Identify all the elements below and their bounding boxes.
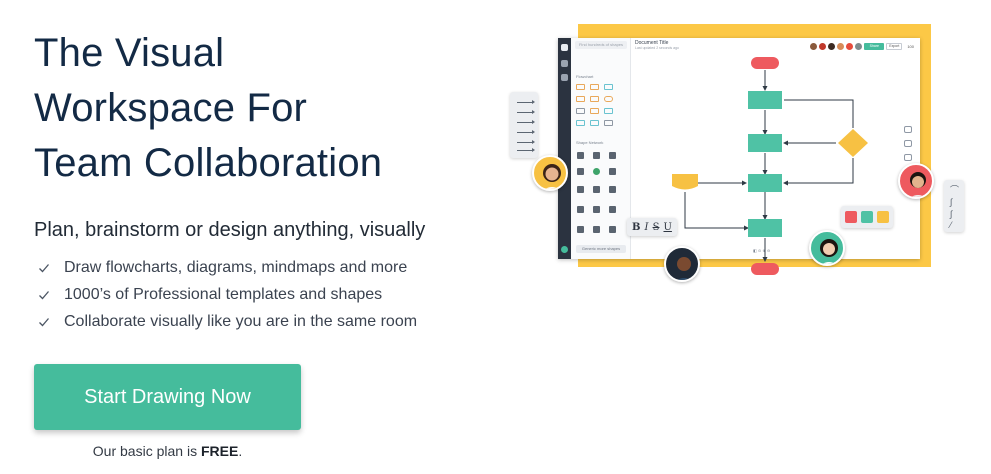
arrow-icon <box>517 110 535 114</box>
arrow-icon <box>517 120 535 124</box>
hero-title: The Visual Workspace For Team Collaborat… <box>34 26 514 191</box>
curve-icon: ⁄ <box>950 220 952 230</box>
collaborator-avatar <box>532 155 568 191</box>
feature-item: 1000’s of Professional templates and sha… <box>38 281 417 308</box>
color-swatch-yellow <box>877 211 889 223</box>
flow-connector <box>684 192 749 231</box>
arrow-icon <box>517 140 535 144</box>
underline-button: U <box>663 221 672 233</box>
plan-note-suffix: . <box>238 443 243 459</box>
curve-icon: ∫ <box>950 197 953 207</box>
bold-button: B <box>632 221 641 233</box>
flow-process <box>748 174 782 192</box>
connector-palette <box>510 92 538 158</box>
collaborator-avatar <box>664 246 700 282</box>
flow-process <box>748 219 782 237</box>
arrow-icon <box>517 148 535 152</box>
start-drawing-button[interactable]: Start Drawing Now <box>34 364 301 430</box>
flowchart-canvas <box>672 57 868 275</box>
flow-connector <box>784 99 854 128</box>
hero-title-line: Team Collaboration <box>34 141 383 185</box>
plan-note: Our basic plan is FREE. <box>34 443 301 459</box>
feature-text: 1000’s of Professional templates and sha… <box>64 285 383 303</box>
plan-note-free: FREE <box>200 443 239 459</box>
hero-title-line: Workspace For <box>34 86 308 130</box>
flow-process <box>748 134 782 152</box>
hero-subtitle: Plan, brainstorm or design anything, vis… <box>34 219 426 241</box>
arrow-icon <box>517 130 535 134</box>
check-icon <box>39 290 49 299</box>
flow-terminator <box>751 57 779 69</box>
curve-palette: ⌒ ∫ ∫ ⁄ <box>944 180 964 232</box>
arrow-icon <box>517 100 535 104</box>
hero-title-line: The Visual <box>34 31 225 75</box>
feature-item: Draw flowcharts, diagrams, mindmaps and … <box>38 254 417 281</box>
product-illustration: Find hundreds of shapes Flowchart Shape … <box>500 18 980 288</box>
plan-note-prefix: Our basic plan is <box>92 443 201 459</box>
strikethrough-button: S <box>652 221 660 233</box>
flow-document <box>672 174 698 190</box>
feature-text: Draw flowcharts, diagrams, mindmaps and … <box>64 258 408 276</box>
italic-button: I <box>644 221 649 233</box>
flow-process <box>748 91 782 109</box>
feature-list: Draw flowcharts, diagrams, mindmaps and … <box>38 254 417 335</box>
check-icon <box>39 263 49 272</box>
color-swatch-red <box>845 211 857 223</box>
collaborator-avatar <box>898 163 934 199</box>
feature-text: Collaborate visually like you are in the… <box>64 312 418 330</box>
collaborator-avatar <box>809 230 845 266</box>
text-format-toolbar: B I S U <box>627 218 677 236</box>
flow-decision <box>838 129 868 157</box>
color-swatch-teal <box>861 211 873 223</box>
feature-item: Collaborate visually like you are in the… <box>38 308 417 335</box>
check-icon <box>39 317 49 326</box>
color-picker <box>841 206 893 228</box>
curve-icon: ∫ <box>950 209 953 219</box>
curve-icon: ⌒ <box>950 185 960 195</box>
flow-terminator <box>751 263 779 275</box>
flow-connector <box>783 158 854 186</box>
